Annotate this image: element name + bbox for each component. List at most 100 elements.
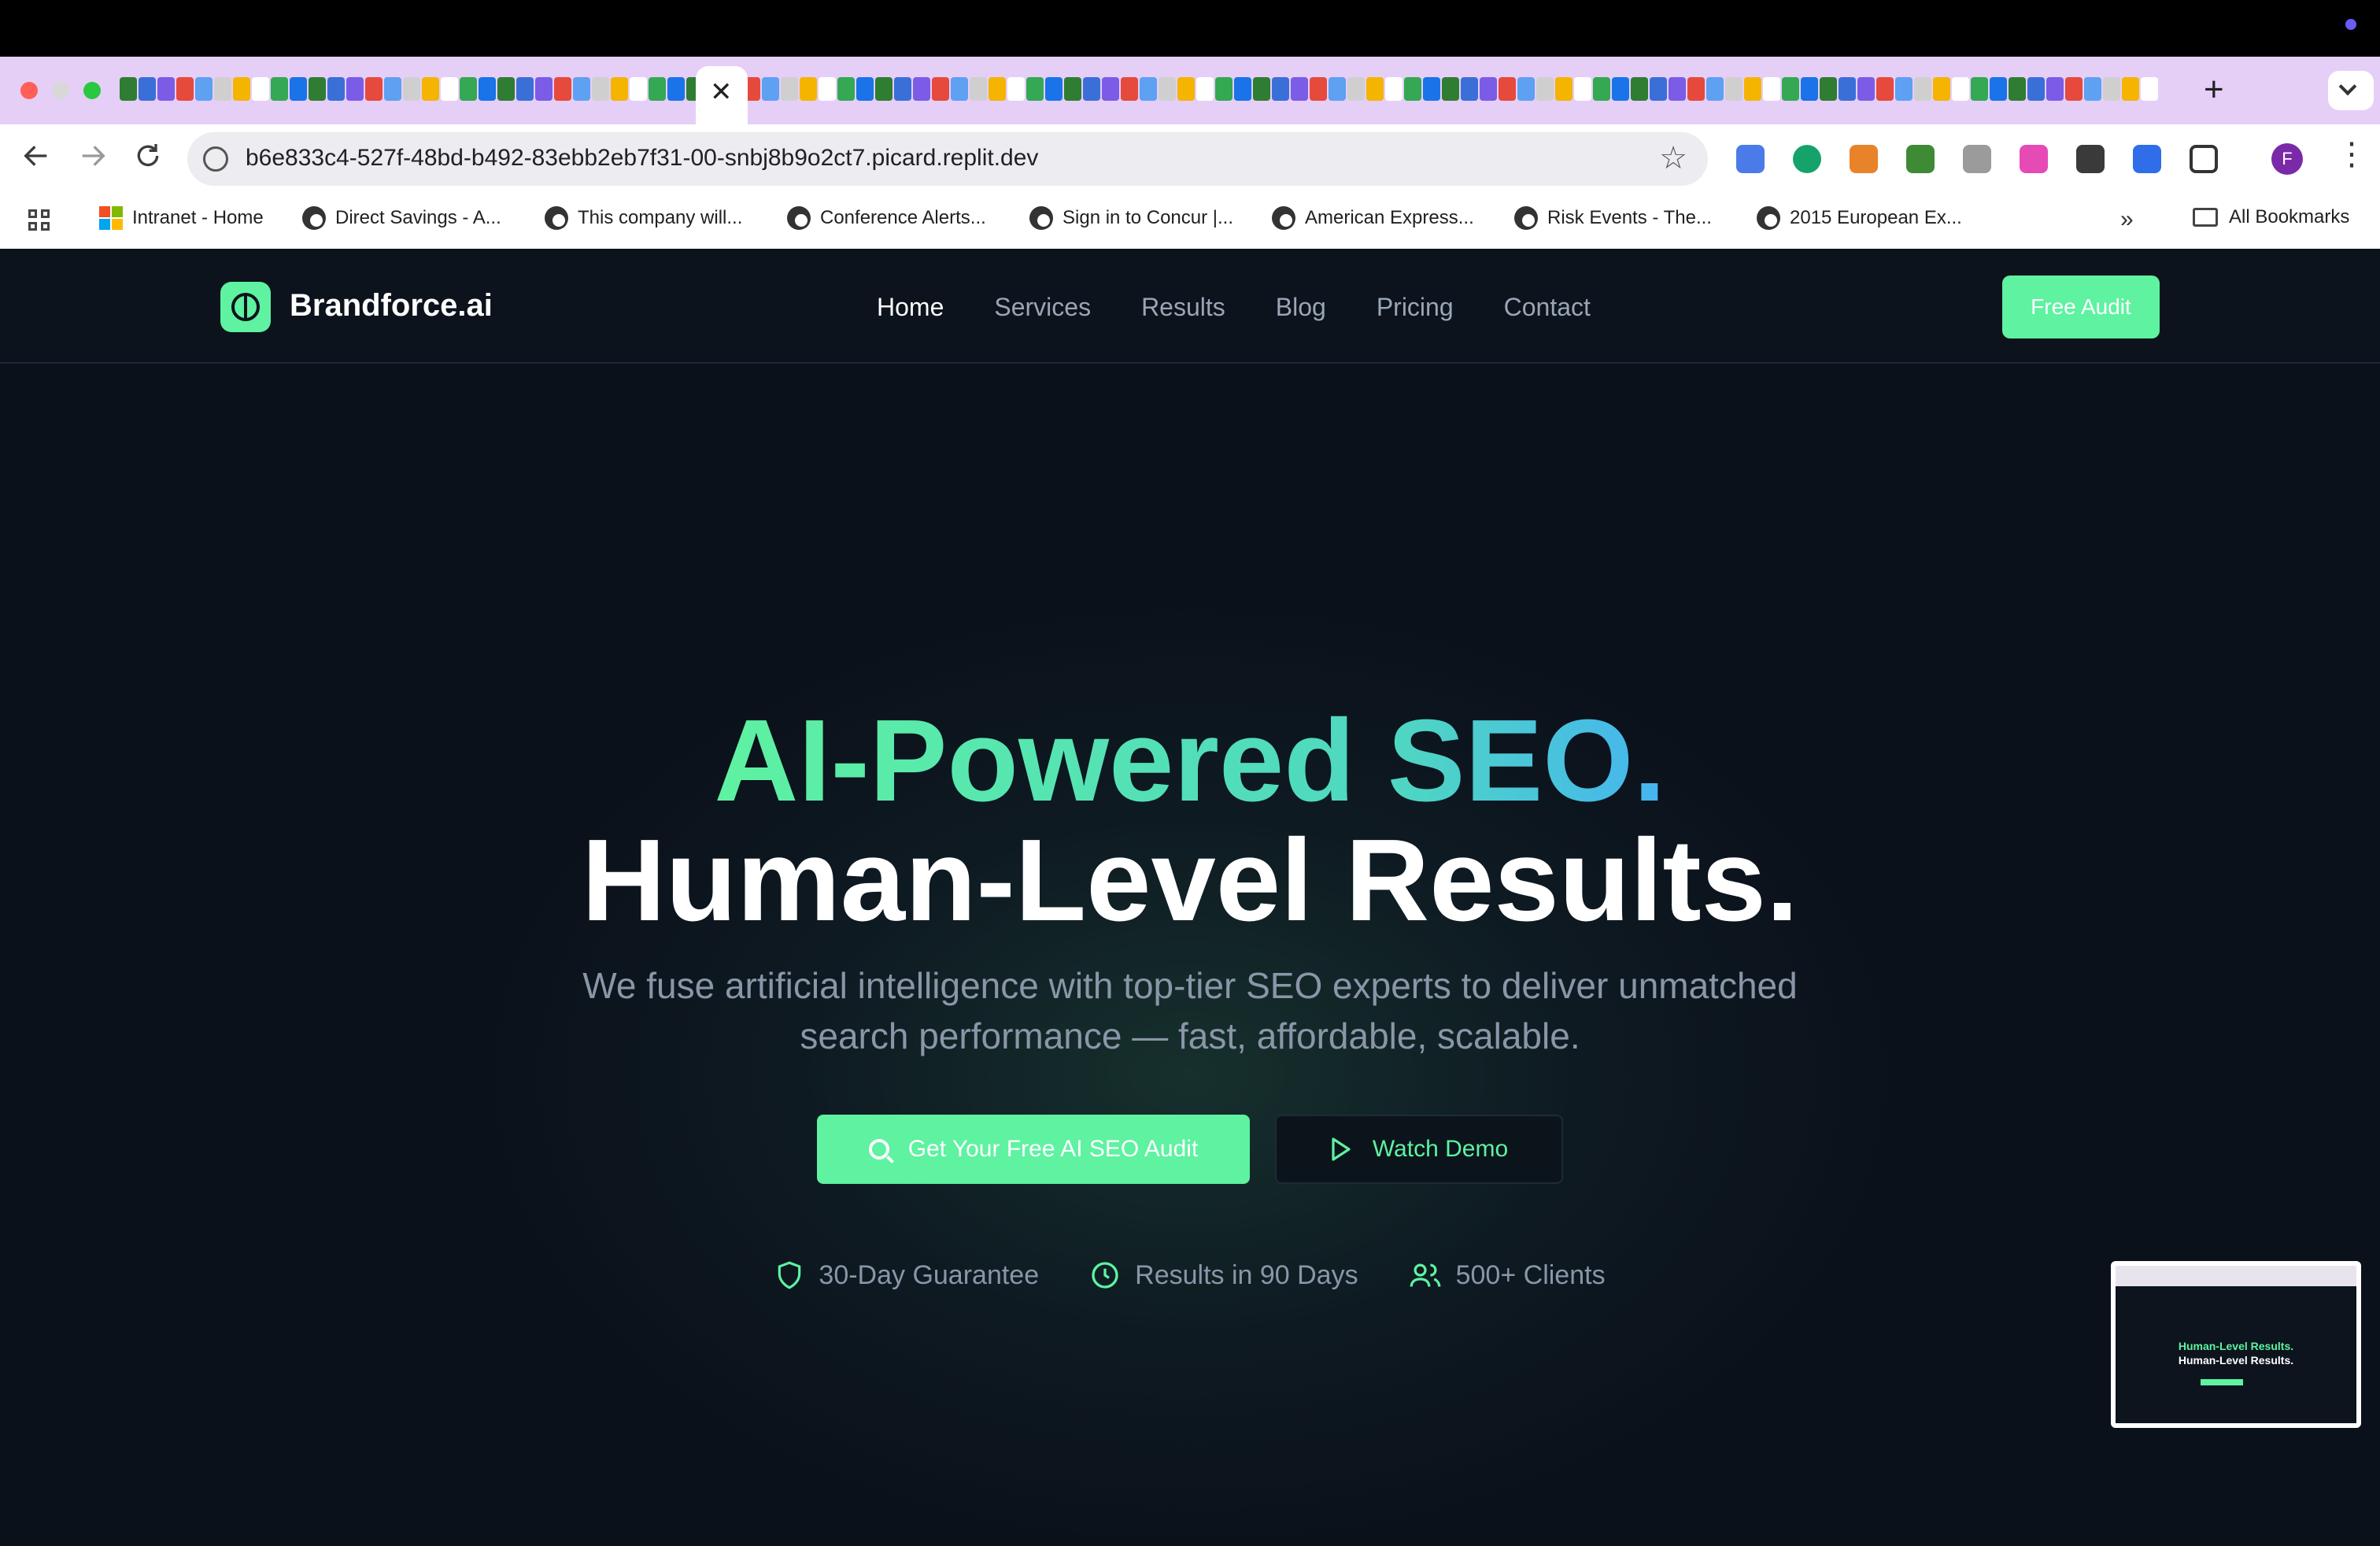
- tab-favicon-icon[interactable]: [365, 77, 382, 101]
- tab-favicon-icon[interactable]: [1801, 77, 1818, 101]
- tab-favicon-icon[interactable]: [1026, 77, 1044, 101]
- tab-favicon-icon[interactable]: [120, 77, 137, 101]
- tab-favicon-icon[interactable]: [1272, 77, 1289, 101]
- tab-favicon-icon[interactable]: [2046, 77, 2064, 101]
- tab-favicon-icon[interactable]: [781, 77, 798, 101]
- tab-favicon-icon[interactable]: [139, 77, 156, 101]
- nav-link-services[interactable]: Services: [994, 293, 1091, 322]
- tab-favicon-icon[interactable]: [1253, 77, 1270, 101]
- reload-button[interactable]: [132, 140, 164, 178]
- tab-favicon-icon[interactable]: [554, 77, 571, 101]
- tab-favicon-icon[interactable]: [1177, 77, 1195, 101]
- browser-menu-icon[interactable]: ⋮: [2336, 139, 2367, 170]
- tab-favicon-icon[interactable]: [1347, 77, 1365, 101]
- tab-favicon-icon[interactable]: [1763, 77, 1780, 101]
- tab-favicon-icon[interactable]: [195, 77, 213, 101]
- tab-favicon-icon[interactable]: [2141, 77, 2158, 101]
- bookmarks-overflow-button[interactable]: »: [2120, 206, 2134, 233]
- tab-favicon-icon[interactable]: [762, 77, 779, 101]
- tab-favicon-icon[interactable]: [233, 77, 250, 101]
- tab-favicon-icon[interactable]: [479, 77, 496, 101]
- tab-favicon-icon[interactable]: [819, 77, 836, 101]
- profile-avatar[interactable]: F: [2271, 143, 2303, 175]
- tab-favicon-icon[interactable]: [1442, 77, 1459, 101]
- tab-favicon-icon[interactable]: [875, 77, 893, 101]
- tab-favicon-icon[interactable]: [1291, 77, 1308, 101]
- tab-favicon-icon[interactable]: [516, 77, 534, 101]
- bookmark-star-icon[interactable]: ☆: [1659, 140, 1687, 176]
- tab-favicon-icon[interactable]: [1990, 77, 2007, 101]
- bookmark-item[interactable]: Conference Alerts...: [787, 206, 986, 230]
- bookmark-item[interactable]: American Express...: [1272, 206, 1474, 230]
- maximize-window-button[interactable]: [83, 82, 101, 99]
- tab-favicon-icon[interactable]: [327, 77, 345, 101]
- tab-favicon-icon[interactable]: [1121, 77, 1138, 101]
- tab-favicon-icon[interactable]: [1612, 77, 1629, 101]
- tab-search-button[interactable]: [2328, 71, 2374, 110]
- url-text[interactable]: b6e833c4-527f-48bd-b492-83ebb2eb7f31-00-…: [246, 145, 1038, 172]
- tab-favicon-icon[interactable]: [346, 77, 364, 101]
- close-tab-icon[interactable]: ✕: [710, 79, 733, 105]
- apps-grid-icon[interactable]: [28, 209, 52, 233]
- nav-link-results[interactable]: Results: [1141, 293, 1225, 322]
- brand-name[interactable]: Brandforce.ai: [290, 288, 493, 324]
- bookmark-item[interactable]: Risk Events - The...: [1514, 206, 1712, 230]
- tab-favicon-icon[interactable]: [1706, 77, 1724, 101]
- tab-favicon-icon[interactable]: [157, 77, 175, 101]
- tab-favicon-icon[interactable]: [1895, 77, 1913, 101]
- tab-favicon-icon[interactable]: [1480, 77, 1497, 101]
- tab-favicon-icon[interactable]: [1933, 77, 1950, 101]
- close-window-button[interactable]: [20, 82, 38, 99]
- tab-favicon-icon[interactable]: [894, 77, 911, 101]
- nav-link-contact[interactable]: Contact: [1504, 293, 1591, 322]
- tab-favicon-icon[interactable]: [441, 77, 458, 101]
- bookmark-item[interactable]: Direct Savings - A...: [302, 206, 501, 230]
- tab-favicon-icon[interactable]: [214, 77, 231, 101]
- site-info-icon[interactable]: [203, 146, 228, 172]
- address-bar[interactable]: b6e833c4-527f-48bd-b492-83ebb2eb7f31-00-…: [187, 132, 1708, 186]
- tab-favicon-icon[interactable]: [1687, 77, 1705, 101]
- screen-extension-icon[interactable]: [2076, 145, 2105, 173]
- watch-demo-button[interactable]: Watch Demo: [1275, 1115, 1563, 1184]
- camera-extension-icon[interactable]: [1963, 145, 1991, 173]
- tab-favicon-icon[interactable]: [1536, 77, 1554, 101]
- bookmark-item[interactable]: 2015 European Ex...: [1757, 206, 1962, 230]
- bookmark-item[interactable]: Sign in to Concur |...: [1029, 206, 1233, 230]
- tab-favicon-icon[interactable]: [1140, 77, 1157, 101]
- download-extension-icon[interactable]: [1906, 145, 1935, 173]
- tab-favicon-icon[interactable]: [422, 77, 439, 101]
- tab-favicon-icon[interactable]: [989, 77, 1006, 101]
- tab-favicon-icon[interactable]: [1404, 77, 1421, 101]
- tab-favicon-icon[interactable]: [1725, 77, 1743, 101]
- tab-favicon-icon[interactable]: [1215, 77, 1232, 101]
- tab-favicon-icon[interactable]: [1857, 77, 1875, 101]
- tab-favicon-icon[interactable]: [2027, 77, 2045, 101]
- extensions-puzzle-icon[interactable]: [2190, 145, 2218, 173]
- metamask-extension-icon[interactable]: [1850, 145, 1878, 173]
- tab-favicon-icon[interactable]: [1631, 77, 1648, 101]
- tab-favicon-icon[interactable]: [1196, 77, 1214, 101]
- grammarly-extension-icon[interactable]: [1793, 145, 1821, 173]
- tab-favicon-icon[interactable]: [1007, 77, 1025, 101]
- app-extension-icon[interactable]: [2133, 145, 2161, 173]
- tab-favicon-icon[interactable]: [1159, 77, 1176, 101]
- tab-favicon-icon[interactable]: [1234, 77, 1251, 101]
- video-extension-icon[interactable]: [2020, 145, 2048, 173]
- tab-favicon-icon[interactable]: [1669, 77, 1686, 101]
- free-seo-audit-button[interactable]: Get Your Free AI SEO Audit: [817, 1115, 1250, 1184]
- tab-favicon-icon[interactable]: [2122, 77, 2139, 101]
- tab-favicon-icon[interactable]: [1782, 77, 1799, 101]
- tab-favicon-icon[interactable]: [1574, 77, 1591, 101]
- tab-favicon-icon[interactable]: [932, 77, 949, 101]
- tab-favicon-icon[interactable]: [837, 77, 855, 101]
- tab-favicon-icon[interactable]: [800, 77, 817, 101]
- tab-favicon-icon[interactable]: [290, 77, 307, 101]
- free-audit-button[interactable]: Free Audit: [2002, 276, 2160, 338]
- translate-extension-icon[interactable]: [1736, 145, 1765, 173]
- tab-favicon-icon[interactable]: [1839, 77, 1856, 101]
- tab-favicon-icon[interactable]: [630, 77, 647, 101]
- tab-favicon-icon[interactable]: [497, 77, 515, 101]
- nav-link-home[interactable]: Home: [877, 293, 944, 322]
- tab-favicon-icon[interactable]: [2065, 77, 2082, 101]
- tab-favicon-icon[interactable]: [460, 77, 477, 101]
